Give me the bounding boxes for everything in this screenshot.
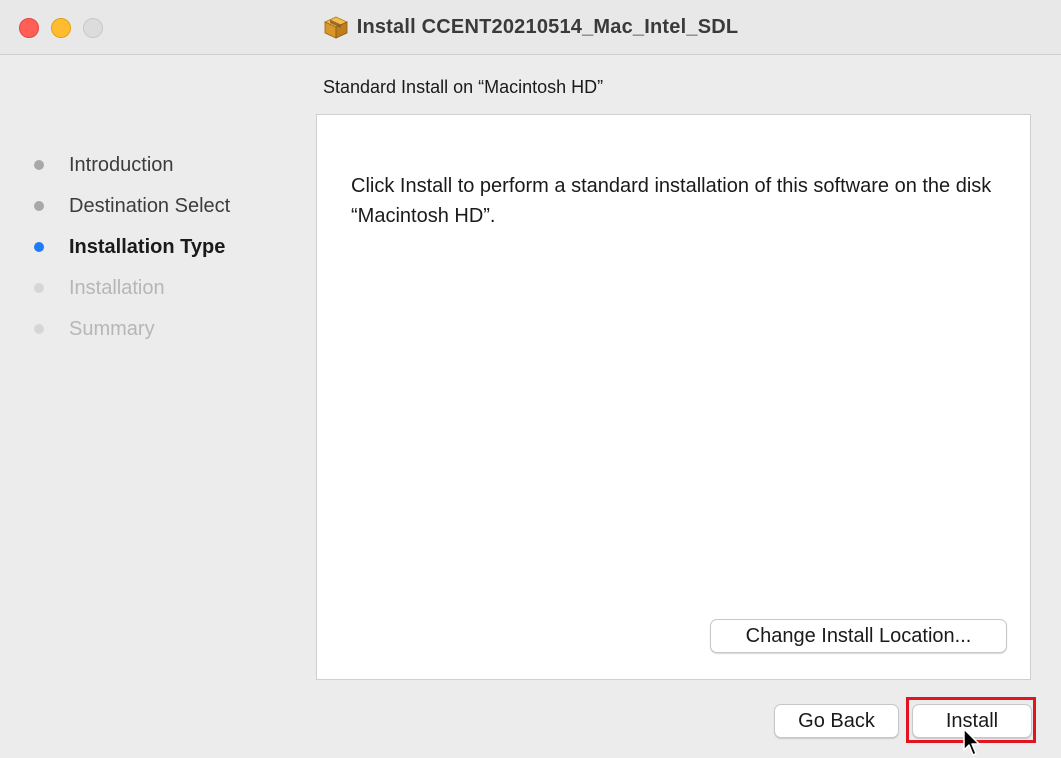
installer-window: Install CCENT20210514_Mac_Intel_SDL Stan…: [0, 0, 1061, 758]
window-title: Install CCENT20210514_Mac_Intel_SDL: [356, 15, 739, 38]
step-label: Destination Select: [69, 194, 231, 217]
step-dot-icon: [34, 201, 44, 211]
step-label: Installation Type: [69, 235, 226, 258]
step-dot-icon: [34, 324, 44, 334]
step-destination-select: Destination Select: [34, 191, 230, 221]
change-install-location-button[interactable]: Change Install Location...: [710, 619, 1007, 653]
step-label: Installation: [69, 276, 165, 299]
go-back-button[interactable]: Go Back: [774, 704, 899, 738]
mouse-pointer-icon: [963, 728, 980, 756]
package-icon: [323, 16, 348, 39]
window-title-group: Install CCENT20210514_Mac_Intel_SDL: [0, 0, 1061, 54]
step-dot-icon: [34, 283, 44, 293]
step-installation-type: Installation Type: [34, 232, 225, 262]
step-dot-icon: [34, 160, 44, 170]
install-subtitle: Standard Install on “Macintosh HD”: [323, 77, 604, 97]
content-panel: Click Install to perform a standard inst…: [316, 114, 1031, 680]
step-dot-icon: [34, 242, 44, 252]
step-installation: Installation: [34, 273, 165, 303]
step-label: Summary: [69, 317, 155, 340]
step-introduction: Introduction: [34, 150, 174, 180]
step-label: Introduction: [69, 153, 174, 176]
step-summary: Summary: [34, 314, 155, 344]
install-message: Click Install to perform a standard inst…: [351, 175, 992, 227]
title-bar[interactable]: Install CCENT20210514_Mac_Intel_SDL: [0, 0, 1061, 55]
